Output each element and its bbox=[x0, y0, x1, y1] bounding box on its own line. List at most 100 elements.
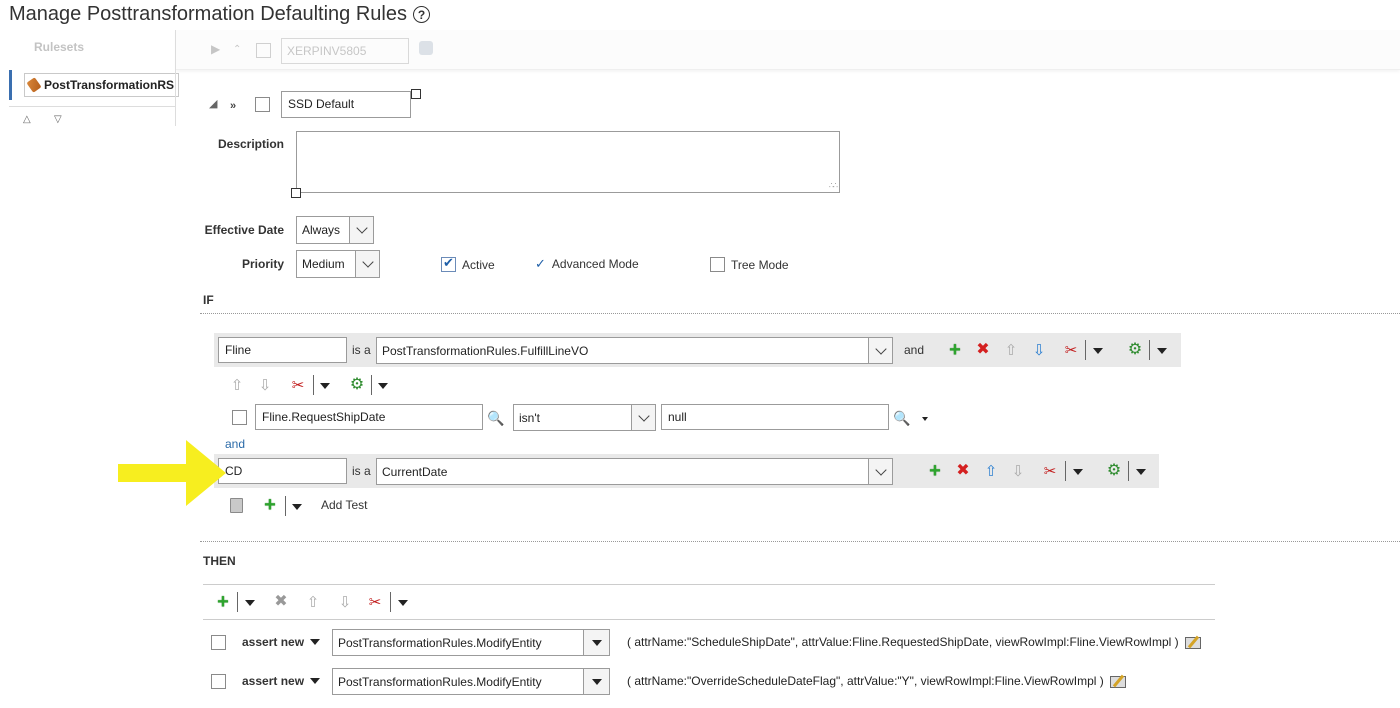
add-icon[interactable]: + bbox=[261, 495, 279, 515]
move-down-icon[interactable]: ⇩ bbox=[1030, 341, 1048, 359]
search-icon[interactable]: 🔍 bbox=[487, 409, 505, 427]
test-select-checkbox[interactable] bbox=[232, 410, 247, 425]
help-icon[interactable]: ? bbox=[413, 6, 430, 23]
test-left-operand-input[interactable]: Fline.RequestShipDate bbox=[255, 404, 483, 430]
delete-icon[interactable]: ✖ bbox=[954, 462, 972, 480]
move-down-icon[interactable]: ⇩ bbox=[336, 593, 354, 611]
separator bbox=[390, 592, 391, 612]
action-select-checkbox[interactable] bbox=[211, 674, 226, 689]
operand-dropdown-icon[interactable] bbox=[922, 417, 928, 421]
panel-splitter[interactable] bbox=[175, 30, 176, 126]
edit-icon[interactable] bbox=[1185, 636, 1201, 649]
move-up-icon[interactable]: ⇧ bbox=[228, 376, 246, 394]
cut-icon[interactable]: ✂ bbox=[289, 376, 307, 394]
active-toggle[interactable]: Active bbox=[441, 255, 495, 272]
gear-icon[interactable]: ⚙ bbox=[1126, 341, 1144, 359]
translate-icon[interactable] bbox=[419, 41, 433, 55]
gear-dropdown-icon[interactable] bbox=[1136, 469, 1146, 475]
gear-dropdown-icon[interactable] bbox=[378, 383, 388, 389]
more-dropdown-icon[interactable] bbox=[320, 383, 330, 389]
rule-select-checkbox[interactable] bbox=[256, 43, 271, 58]
add-icon[interactable]: + bbox=[946, 340, 964, 360]
move-up-icon[interactable]: ⇧ bbox=[1002, 341, 1020, 359]
advanced-mode-toggle[interactable]: ✓ Advanced Mode bbox=[535, 256, 639, 272]
tree-mode-checkbox[interactable] bbox=[710, 257, 725, 272]
priority-select[interactable]: Medium bbox=[296, 250, 380, 278]
action-target-select[interactable]: PostTransformationRules.ModifyEntity bbox=[332, 629, 610, 656]
chevron-down-icon[interactable] bbox=[349, 217, 373, 243]
add-test-link[interactable]: Add Test bbox=[321, 498, 367, 512]
search-icon[interactable]: 🔍 bbox=[893, 409, 911, 427]
add-dropdown-icon[interactable] bbox=[292, 504, 302, 510]
pattern-alias-input[interactable]: CD bbox=[218, 458, 347, 484]
add-icon[interactable]: + bbox=[926, 461, 944, 481]
advanced-mode-label: Advanced Mode bbox=[551, 257, 639, 271]
paste-icon[interactable] bbox=[230, 498, 243, 513]
move-down-icon[interactable]: ⇩ bbox=[256, 376, 274, 394]
rule-select-checkbox[interactable] bbox=[255, 97, 270, 112]
cut-icon[interactable]: ✂ bbox=[366, 593, 384, 611]
rule-name-input[interactable]: XERPINV5805 bbox=[281, 38, 409, 64]
separator bbox=[1128, 461, 1129, 481]
move-up-icon[interactable]: ⇧ bbox=[304, 593, 322, 611]
delete-action-icon[interactable]: ✖ bbox=[272, 593, 290, 611]
cut-icon[interactable]: ✂ bbox=[1062, 341, 1080, 359]
chevron-down-icon[interactable] bbox=[310, 639, 321, 645]
move-up-icon[interactable]: ⇧ bbox=[982, 462, 1000, 480]
operator-select[interactable]: isn't bbox=[513, 404, 656, 431]
more-dropdown-icon[interactable] bbox=[1093, 348, 1103, 354]
chevron-down-icon[interactable] bbox=[868, 459, 892, 484]
active-checkbox[interactable] bbox=[441, 255, 456, 272]
gear-dropdown-icon[interactable] bbox=[1157, 348, 1167, 354]
cut-icon[interactable]: ✂ bbox=[1041, 462, 1059, 480]
chevron-down-icon[interactable] bbox=[631, 405, 655, 430]
move-down-icon[interactable]: ⇩ bbox=[1009, 462, 1027, 480]
if-divider bbox=[200, 313, 1400, 314]
move-up-icon[interactable]: △ bbox=[23, 114, 31, 125]
collapse-chevron-icon[interactable]: ⌃ bbox=[233, 44, 241, 55]
description-textarea[interactable]: ∴∴ bbox=[296, 131, 840, 193]
gear-icon[interactable]: ⚙ bbox=[1105, 462, 1123, 480]
test-right-operand-input[interactable]: null bbox=[661, 404, 889, 430]
move-down-icon[interactable]: ▽ bbox=[54, 114, 62, 125]
action-target-select[interactable]: PostTransformationRules.ModifyEntity bbox=[332, 668, 610, 695]
pattern-alias-input[interactable]: Fline bbox=[218, 337, 347, 363]
check-icon: ✓ bbox=[535, 256, 546, 271]
edit-icon[interactable] bbox=[1110, 675, 1127, 688]
fact-type-value: CurrentDate bbox=[382, 465, 448, 479]
tree-mode-toggle[interactable]: Tree Mode bbox=[710, 257, 789, 272]
gear-icon[interactable]: ⚙ bbox=[348, 376, 366, 394]
effective-date-select[interactable]: Always bbox=[296, 216, 374, 244]
rule-name-input[interactable]: SSD Default bbox=[281, 91, 411, 118]
resize-grip-icon[interactable]: ∴∴ bbox=[829, 181, 838, 190]
ruleset-item[interactable]: PostTransformationRS bbox=[9, 70, 179, 100]
action-verb-menu[interactable]: assert new bbox=[242, 674, 321, 688]
priority-label: Priority bbox=[241, 257, 284, 271]
fact-type-select[interactable]: PostTransformationRules.FulfillLineVO bbox=[376, 337, 893, 364]
ruleset-label: PostTransformationRS bbox=[43, 78, 174, 92]
dropdown-icon[interactable] bbox=[583, 630, 609, 655]
more-dropdown-icon[interactable] bbox=[398, 600, 408, 606]
fact-type-select[interactable]: CurrentDate bbox=[376, 458, 893, 485]
action-select-checkbox[interactable] bbox=[211, 635, 226, 650]
dropdown-icon[interactable] bbox=[583, 669, 609, 694]
collapse-chevron-icon[interactable]: » bbox=[230, 100, 236, 112]
separator bbox=[1085, 340, 1086, 360]
delete-icon[interactable]: ✖ bbox=[974, 341, 992, 359]
chevron-down-icon[interactable] bbox=[310, 678, 321, 684]
add-action-icon[interactable]: + bbox=[214, 592, 232, 612]
expand-rule-icon[interactable]: ◢ bbox=[209, 97, 217, 110]
more-dropdown-icon[interactable] bbox=[1073, 469, 1083, 475]
action-verb-menu[interactable]: assert new bbox=[242, 635, 321, 649]
action-params-text: ( attrName:"ScheduleShipDate", attrValue… bbox=[627, 635, 1179, 649]
expand-triangle-icon[interactable]: ▶ bbox=[211, 42, 220, 56]
is-a-label: is a bbox=[352, 343, 371, 357]
rulesets-panel: Rulesets PostTransformationRS △ ▽ bbox=[9, 30, 179, 126]
add-action-dropdown-icon[interactable] bbox=[245, 600, 255, 606]
chevron-down-icon[interactable] bbox=[868, 338, 892, 363]
then-label: THEN bbox=[203, 554, 236, 568]
description-label: Description bbox=[217, 137, 284, 151]
conjunction-label: and bbox=[904, 343, 925, 357]
chevron-down-icon[interactable] bbox=[355, 251, 379, 277]
separator bbox=[1149, 340, 1150, 360]
